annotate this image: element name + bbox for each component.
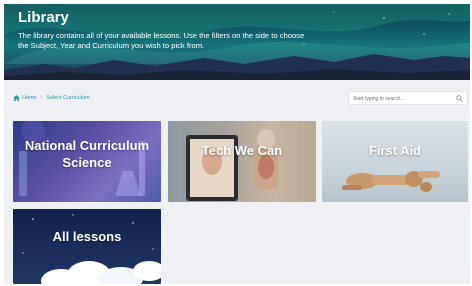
breadcrumb-home-link[interactable]: Home (22, 95, 37, 101)
breadcrumb: Home / Select Curriculum (13, 95, 90, 101)
tile-label: National Curriculum Science (24, 138, 150, 170)
page-description: The library contains all of your availab… (18, 31, 305, 50)
wooden-mannequin-image (342, 171, 440, 192)
library-banner: Library The library contains all of your… (4, 4, 470, 80)
night-clouds-image (22, 214, 161, 284)
breadcrumb-separator: / (40, 95, 43, 101)
tile-label: All lessons (52, 229, 122, 244)
home-icon[interactable] (13, 95, 20, 101)
tile-first-aid[interactable]: First Aid (322, 121, 468, 202)
tile-tech-we-can[interactable]: Tech We Can (168, 121, 316, 202)
tile-label: Tech We Can (201, 143, 283, 158)
tile-label: First Aid (368, 143, 422, 158)
search-icon[interactable] (456, 95, 463, 102)
search-box[interactable] (348, 91, 468, 105)
tile-national-curriculum-science[interactable]: National Curriculum Science (13, 121, 161, 202)
tile-all-lessons[interactable]: All lessons (13, 209, 161, 284)
anatomy-tablet-image (186, 129, 278, 201)
search-input[interactable] (353, 93, 453, 104)
page-title: Library (18, 9, 69, 26)
breadcrumb-current[interactable]: Select Curriculum (46, 95, 89, 101)
